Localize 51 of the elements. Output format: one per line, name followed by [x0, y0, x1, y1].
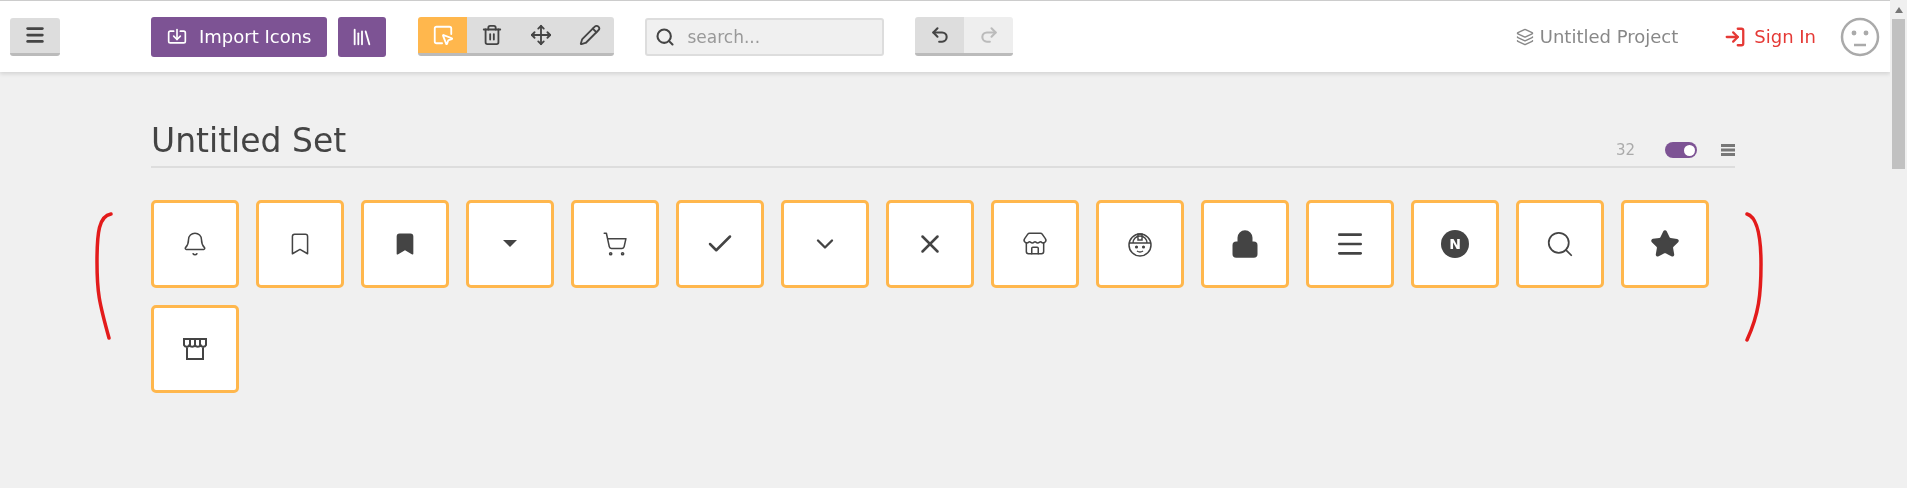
list-icon[interactable]: [1721, 144, 1735, 156]
caret-down-icon: [503, 240, 517, 248]
icon-tile[interactable]: [991, 200, 1079, 288]
library-button[interactable]: [338, 16, 387, 57]
edit-tool[interactable]: [565, 17, 615, 53]
scroll-up-icon[interactable]: [1893, 5, 1904, 15]
icon-tile[interactable]: [1306, 200, 1394, 288]
sign-in-icon: [1724, 25, 1747, 48]
shop-icon: [1022, 231, 1048, 257]
layers-icon: [1515, 27, 1534, 46]
icon-tile[interactable]: [151, 200, 239, 288]
menu-icon: [24, 24, 46, 46]
sign-in-link[interactable]: Sign In: [1724, 25, 1816, 48]
icon-tile[interactable]: [1096, 200, 1184, 288]
toggle-switch[interactable]: [1665, 142, 1697, 158]
icon-tile[interactable]: [256, 200, 344, 288]
scroll-thumb[interactable]: [1892, 19, 1905, 169]
icon-tile[interactable]: [676, 200, 764, 288]
bell-icon: [182, 231, 208, 257]
icon-count: 32: [1615, 141, 1635, 159]
storefront-icon: [181, 335, 209, 363]
icon-tile[interactable]: N: [1411, 200, 1499, 288]
icon-tile[interactable]: [151, 305, 239, 393]
icon-tile[interactable]: [466, 200, 554, 288]
search-field[interactable]: search...: [645, 17, 885, 56]
letter-badge-icon: N: [1441, 230, 1469, 258]
import-button[interactable]: Import Icons: [151, 16, 328, 57]
pencil-icon: [578, 24, 601, 46]
icon-tile[interactable]: [571, 200, 659, 288]
delete-tool[interactable]: [467, 17, 517, 53]
undo-button[interactable]: [915, 17, 965, 53]
project-link[interactable]: Untitled Project: [1515, 26, 1679, 47]
icon-tile[interactable]: [1621, 200, 1709, 288]
import-icon: [167, 26, 187, 47]
menu-button[interactable]: [10, 17, 60, 56]
cart-icon: [602, 231, 628, 257]
pointer-icon: [431, 24, 454, 46]
move-icon: [529, 24, 552, 46]
icon-tile[interactable]: [1201, 200, 1289, 288]
icon-tile[interactable]: [361, 200, 449, 288]
star-icon: [1650, 229, 1680, 259]
icon-tile[interactable]: [886, 200, 974, 288]
search-icon: [1545, 229, 1575, 259]
icon-tile[interactable]: [1516, 200, 1604, 288]
set-title: Untitled Set: [151, 120, 347, 162]
face-icon[interactable]: [1840, 16, 1880, 57]
redo-icon: [978, 25, 999, 45]
undo-icon: [929, 25, 950, 45]
lock-icon: [1230, 229, 1260, 259]
icon-tile[interactable]: [781, 200, 869, 288]
trash-icon: [480, 24, 503, 46]
